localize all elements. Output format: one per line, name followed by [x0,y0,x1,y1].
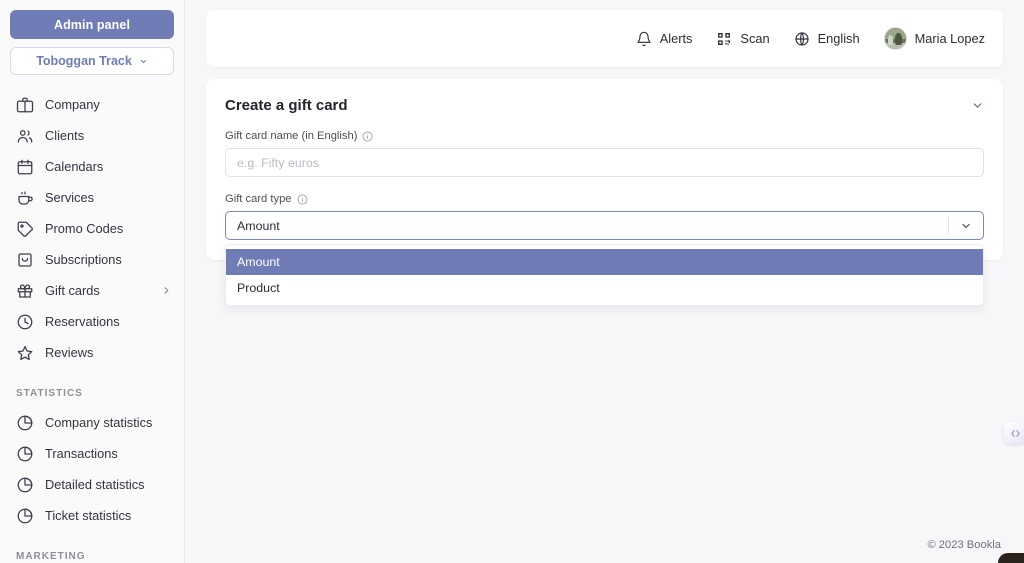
card-header: Create a gift card [225,97,984,114]
sidebar-item-label: Detailed statistics [45,477,145,492]
pie-chart-icon [16,445,34,463]
users-icon [16,127,34,145]
chevron-down-icon [960,220,972,232]
sidebar-section-marketing: MARKETING [0,551,184,562]
main-content: Alerts Scan English [185,0,1024,563]
sidebar-item-label: Company [45,97,100,112]
gift-card-type-label: Gift card type [225,193,292,205]
avatar [884,27,907,50]
sidebar-item-subscriptions[interactable]: Subscriptions [0,244,184,275]
star-icon [16,344,34,362]
sidebar-item-label: Ticket statistics [45,508,131,523]
sidebar-item-reviews[interactable]: Reviews [0,337,184,368]
briefcase-icon [16,96,34,114]
user-menu[interactable]: Maria Lopez [884,27,985,50]
sidebar-item-clients[interactable]: Clients [0,120,184,151]
language-selector[interactable]: English [794,31,860,47]
admin-panel-button[interactable]: Admin panel [10,10,174,39]
gift-card-name-input[interactable] [225,148,984,177]
select-caret[interactable] [949,220,983,232]
chevron-right-icon [161,285,172,296]
cup-icon [16,189,34,207]
chevron-down-icon [139,57,148,66]
page-title: Create a gift card [225,97,348,114]
gift-card-type-label-row: Gift card type [225,193,984,205]
sidebar-item-detailed-statistics[interactable]: Detailed statistics [0,469,184,500]
gift-card-name-label-row: Gift card name (in English) [225,130,984,142]
sidebar-item-label: Subscriptions [45,252,122,267]
sidebar: Admin panel Toboggan Track Company [0,0,185,563]
footer-copyright: © 2023 Bookla [206,539,1003,563]
gift-card-type-selected-value: Amount [237,219,280,233]
sidebar-item-gift-cards[interactable]: Gift cards [0,275,184,306]
option-product[interactable]: Product [226,275,983,301]
gift-card-type-select[interactable]: Amount [225,211,984,240]
topbar: Alerts Scan English [206,10,1003,67]
sidebar-item-label: Reservations [45,314,120,329]
globe-icon [794,31,810,47]
pie-chart-icon [16,507,34,525]
create-gift-card-panel: Create a gift card Gift card name (in En… [206,79,1003,260]
qr-code-icon [716,31,732,47]
sidebar-item-promo-codes[interactable]: Promo Codes [0,213,184,244]
sidebar-item-label: Clients [45,128,84,143]
language-label: English [818,31,860,46]
gift-card-type-select-wrapper: Amount Amount Product [225,211,984,240]
collapse-chevron-down-icon[interactable] [971,99,984,112]
scan-label: Scan [740,31,769,46]
sidebar-item-calendars[interactable]: Calendars [0,151,184,182]
support-widget-button[interactable] [1004,422,1024,444]
expand-widget-icon [1010,428,1021,439]
sidebar-section-statistics: STATISTICS [0,388,184,399]
sidebar-item-label: Company statistics [45,415,152,430]
pie-chart-icon [16,414,34,432]
gift-card-name-field: Gift card name (in English) [225,130,984,177]
sidebar-item-label: Calendars [45,159,103,174]
sidebar-item-label: Gift cards [45,283,100,298]
option-amount[interactable]: Amount [226,249,983,275]
gift-card-type-options-list: Amount Product [225,244,984,306]
sidebar-header: Admin panel Toboggan Track [0,10,184,75]
gift-card-name-label: Gift card name (in English) [225,130,357,142]
calendar-icon [16,158,34,176]
user-name-label: Maria Lopez [915,31,985,46]
sidebar-item-services[interactable]: Services [0,182,184,213]
tag-icon [16,220,34,238]
corner-decoration [998,553,1024,563]
alerts-button[interactable]: Alerts [636,31,693,47]
company-selector-button[interactable]: Toboggan Track [10,47,174,75]
info-icon[interactable] [362,131,373,142]
sidebar-item-label: Reviews [45,345,93,360]
company-selector-label: Toboggan Track [36,54,132,68]
gift-icon [16,282,34,300]
app-root: Admin panel Toboggan Track Company [0,0,1024,563]
sidebar-item-label: Services [45,190,94,205]
gift-card-type-field: Gift card type Amount [225,193,984,240]
sidebar-item-label: Promo Codes [45,221,123,236]
sidebar-item-label: Transactions [45,446,118,461]
sidebar-item-reservations[interactable]: Reservations [0,306,184,337]
sidebar-nav: Company Clients Calendars [0,89,184,562]
scan-button[interactable]: Scan [716,31,769,47]
pie-chart-icon [16,476,34,494]
sidebar-item-company-statistics[interactable]: Company statistics [0,407,184,438]
bell-icon [636,31,652,47]
info-icon[interactable] [297,194,308,205]
alerts-label: Alerts [660,31,693,46]
sidebar-item-ticket-statistics[interactable]: Ticket statistics [0,500,184,531]
bag-icon [16,251,34,269]
sidebar-item-transactions[interactable]: Transactions [0,438,184,469]
sidebar-item-company[interactable]: Company [0,89,184,120]
clock-icon [16,313,34,331]
